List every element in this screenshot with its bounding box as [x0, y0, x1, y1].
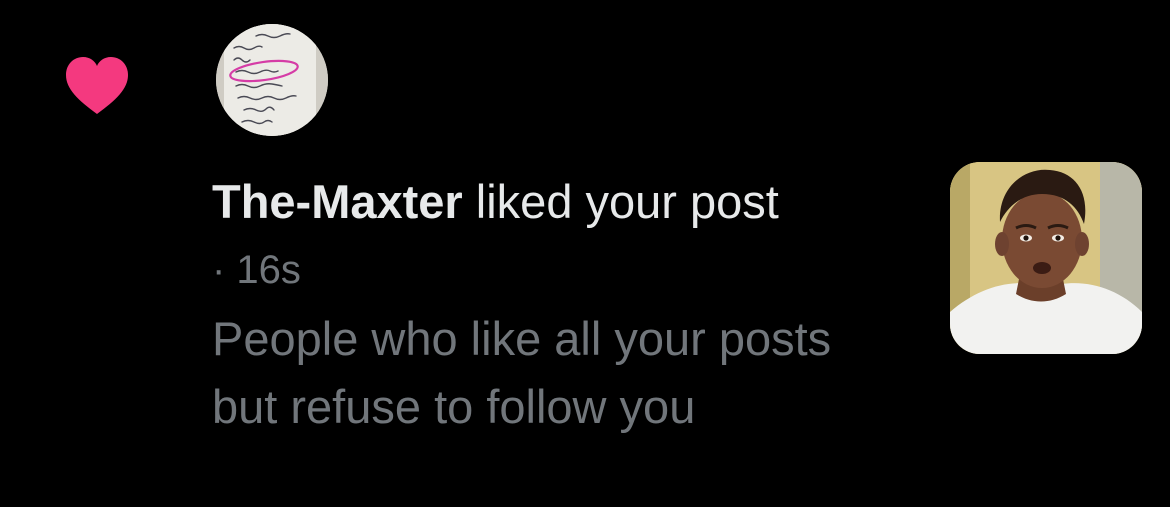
heart-icon: [66, 57, 128, 114]
liked-post-text[interactable]: People who like all your posts but refus…: [212, 305, 852, 441]
action-text: liked your post: [462, 175, 779, 228]
like-notification[interactable]: The-Maxter liked your post · 16s People …: [0, 0, 1170, 507]
notification-headline: The-Maxter liked your post: [212, 172, 932, 232]
user-avatar[interactable]: [216, 24, 328, 136]
timestamp: · 16s: [212, 248, 301, 292]
username-link[interactable]: The-Maxter: [212, 175, 463, 228]
avatar-note-image: [216, 24, 328, 136]
post-thumbnail[interactable]: [950, 162, 1142, 354]
post-thumbnail-image: [950, 162, 1142, 354]
